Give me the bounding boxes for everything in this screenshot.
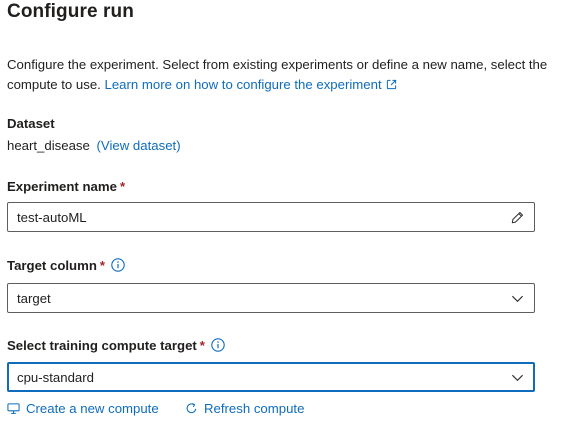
description-line-2: compute to use. Learn more on how to con…	[7, 75, 576, 95]
edit-pencil-icon[interactable]	[511, 211, 524, 224]
target-column-label-text: Target column	[7, 258, 97, 273]
required-marker: *	[199, 338, 205, 353]
compute-target-label-text: Select training compute target	[7, 338, 197, 353]
experiment-name-field[interactable]: test-autoML	[7, 202, 535, 232]
chevron-down-icon[interactable]	[511, 371, 524, 384]
description-line-1: Configure the experiment. Select from ex…	[7, 57, 548, 72]
experiment-name-value[interactable]: test-autoML	[17, 210, 87, 225]
description-prefix: compute to use.	[7, 77, 101, 92]
target-column-dropdown[interactable]: target	[7, 283, 535, 313]
required-marker: *	[99, 258, 106, 273]
refresh-icon[interactable]	[185, 402, 198, 415]
required-marker: *	[119, 179, 126, 194]
dataset-name: heart_disease	[7, 138, 90, 153]
create-compute-button[interactable]: Create a new compute	[7, 401, 159, 416]
refresh-compute-label[interactable]: Refresh compute	[204, 401, 304, 416]
compute-icon[interactable]	[7, 402, 20, 415]
external-link-icon[interactable]	[386, 79, 397, 90]
compute-target-dropdown[interactable]: cpu-standard	[7, 362, 535, 392]
info-icon[interactable]	[111, 258, 125, 272]
compute-target-selected[interactable]: cpu-standard	[17, 370, 94, 385]
experiment-name-label: Experiment name *	[7, 179, 125, 194]
target-column-label: Target column *	[7, 258, 125, 273]
experiment-name-label-text: Experiment name	[7, 179, 117, 194]
learn-more-link[interactable]: Learn more on how to configure the exper…	[105, 77, 397, 92]
chevron-down-icon[interactable]	[511, 292, 524, 305]
refresh-compute-button[interactable]: Refresh compute	[185, 401, 304, 416]
description: Configure the experiment. Select from ex…	[7, 55, 576, 95]
page-title: Configure run	[7, 1, 134, 22]
info-icon[interactable]	[211, 338, 225, 352]
dataset-row: heart_disease (View dataset)	[7, 138, 181, 153]
learn-more-link-text[interactable]: Learn more on how to configure the exper…	[105, 77, 382, 92]
dataset-label: Dataset	[7, 116, 55, 131]
create-compute-label[interactable]: Create a new compute	[26, 401, 159, 416]
view-dataset-link[interactable]: (View dataset)	[97, 138, 181, 153]
configure-run-panel: Configure run Configure the experiment. …	[0, 0, 576, 421]
target-column-selected[interactable]: target	[17, 291, 51, 306]
compute-target-label: Select training compute target *	[7, 338, 225, 353]
